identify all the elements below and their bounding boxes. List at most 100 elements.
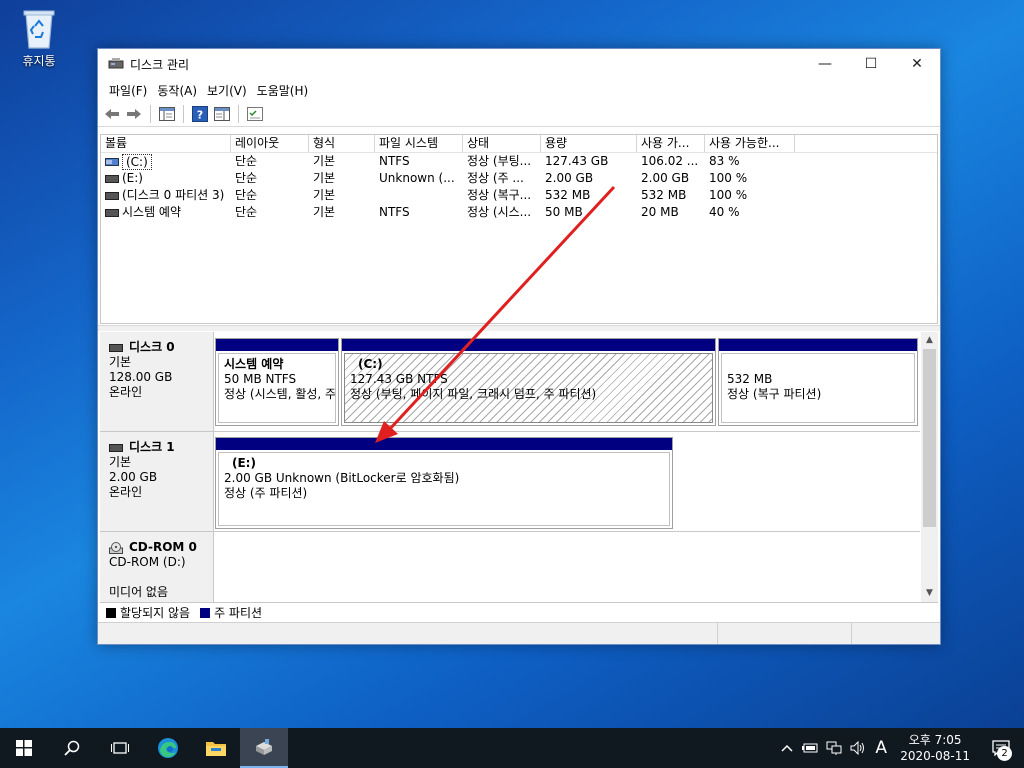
capacity-cell: 2.00 GB [545,171,594,185]
partition-type-bar [342,339,715,351]
menu-file[interactable]: 파일(F) [104,82,152,99]
volume-icon [105,191,119,200]
task-view-button[interactable] [96,728,144,768]
recycle-bin-icon [20,6,58,50]
column-header-layout[interactable]: 레이아웃 [231,135,309,152]
column-header-status[interactable]: 상태 [463,135,541,152]
partition-system-reserved[interactable]: 시스템 예약 50 MB NTFS 정상 (시스템, 활성, 주 [215,338,339,426]
disk-label-0[interactable]: 디스크 0 기본 128.00 GB 온라인 [100,332,214,431]
disk-row-cdrom: CD-ROM 0 CD-ROM (D:) 미디어 없음 [100,532,920,602]
forward-arrow-icon[interactable] [125,105,143,123]
folder-icon [206,742,226,756]
toolbar-divider [238,104,239,123]
maximize-button[interactable]: ☐ [848,49,894,79]
minimize-button[interactable]: — [802,49,848,79]
free-space-cell: 106.02 ... [641,154,699,168]
title-bar[interactable]: 디스크 관리 — ☐ ✕ [98,49,940,79]
properties-pane-icon[interactable] [213,105,231,123]
cdrom-name: CD-ROM 0 [129,540,197,554]
table-row[interactable]: (E:) 단순 기본 Unknown (... 정상 (주 ... 2.00 G… [101,170,937,187]
scrollbar-thumb[interactable] [923,349,936,527]
disk-management-app-icon [108,58,124,69]
disk-view-scrollbar[interactable]: ▲ ▼ [921,332,938,602]
layout-cell: 단순 [235,188,258,202]
close-button[interactable]: ✕ [894,49,940,79]
help-icon[interactable]: ? [191,105,209,123]
network-icon[interactable] [822,728,846,768]
file-explorer-button[interactable] [192,728,240,768]
partition-e[interactable]: (E:) 2.00 GB Unknown (BitLocker로 암호화됨) 정… [215,437,673,529]
status-bar [98,622,940,644]
search-button[interactable] [48,728,96,768]
cdrom-icon [109,541,123,554]
recycle-bin-label: 휴지통 [22,54,56,68]
disk-management-window: 디스크 관리 — ☐ ✕ 파일(F) 동작(A) 보기(V) 도움말(H) ? [97,48,941,645]
menu-view[interactable]: 보기(V) [202,82,252,99]
type-cell: 기본 [313,171,336,185]
filesystem-cell: Unknown (... [379,171,455,185]
legend-primary-swatch [200,607,211,618]
column-header-percent-free[interactable]: 사용 가능한... [705,135,795,152]
partition-size: 127.43 GB NTFS [350,372,448,386]
window-title: 디스크 관리 [130,57,190,72]
show-hidden-icons-chevron-up-icon[interactable] [776,728,798,768]
column-header-capacity[interactable]: 용량 [541,135,637,152]
cdrom-label[interactable]: CD-ROM 0 CD-ROM (D:) 미디어 없음 [100,532,214,602]
percent-free-cell: 100 % [709,171,748,185]
disk-label-1[interactable]: 디스크 1 기본 2.00 GB 온라인 [100,432,214,531]
windows-logo-icon [16,740,32,756]
battery-icon[interactable] [798,728,822,768]
scroll-down-arrow-icon[interactable]: ▼ [921,585,938,602]
column-header-type[interactable]: 형식 [309,135,375,152]
back-arrow-icon[interactable] [103,105,121,123]
column-header-free-space[interactable]: 사용 가... [637,135,705,152]
partition-size: 2.00 GB Unknown (BitLocker로 암호화됨) [224,471,460,485]
capacity-cell: 50 MB [545,205,583,219]
status-cell: 정상 (주 ... [467,171,524,185]
partition-type-bar [216,339,338,351]
input-method-indicator[interactable]: A [870,728,892,768]
menu-action[interactable]: 동작(A) [152,82,202,99]
legend-unallocated-label: 할당되지 않음 [120,606,191,620]
svg-text:?: ? [197,108,203,121]
volume-list: 볼륨 레이아웃 형식 파일 시스템 상태 용량 사용 가... 사용 가능한..… [100,134,938,324]
percent-free-cell: 100 % [709,188,748,202]
disk-row-1: 디스크 1 기본 2.00 GB 온라인 (E:) 2.00 GB Unknow… [100,432,920,532]
recycle-bin-shortcut[interactable]: 휴지통 [10,6,68,69]
toolbar-divider [150,104,151,123]
filesystem-cell: NTFS [379,205,410,219]
volume-cell: 시스템 예약 [122,205,182,219]
toolbar-divider [183,104,184,123]
action-center-button[interactable]: 2 [978,728,1024,768]
table-row[interactable]: (디스크 0 파티션 3) 단순 기본 정상 (복구... 532 MB 532… [101,187,937,204]
disk-management-icon [256,739,272,755]
start-button[interactable] [0,728,48,768]
status-cell: 정상 (부팅... [467,154,532,168]
partition-status: 정상 (시스템, 활성, 주 [224,387,336,401]
column-header-filesystem[interactable]: 파일 시스템 [375,135,463,152]
free-space-cell: 20 MB [641,205,679,219]
table-row[interactable]: 시스템 예약 단순 기본 NTFS 정상 (시스... 50 MB 20 MB … [101,204,937,221]
partition-size: 50 MB NTFS [224,372,297,386]
console-tree-icon[interactable] [158,105,176,123]
clock[interactable]: 오후 7:05 2020-08-11 [892,732,978,764]
scroll-up-arrow-icon[interactable]: ▲ [921,332,938,349]
volume-cell: (E:) [122,171,143,185]
disk-status: 온라인 [109,485,143,499]
search-icon [64,740,80,756]
menu-help[interactable]: 도움말(H) [252,82,314,99]
layout-cell: 단순 [235,171,258,185]
disk-size: 128.00 GB [109,370,173,384]
partition-status: 정상 (복구 파티션) [727,387,822,401]
edge-browser-button[interactable] [144,728,192,768]
partition-title: 시스템 예약 [224,357,284,371]
partition-recovery[interactable]: 532 MB 정상 (복구 파티션) [718,338,918,426]
column-header-volume[interactable]: 볼륨 [101,135,231,152]
partition-c[interactable]: (C:) 127.43 GB NTFS 정상 (부팅, 페이지 파일, 크래시 … [341,338,716,426]
pane-splitter[interactable] [98,325,940,331]
partition-title [727,357,909,372]
disk-management-taskbar-button[interactable] [240,728,288,768]
table-row[interactable]: (C:) 단순 기본 NTFS 정상 (부팅... 127.43 GB 106.… [101,153,937,170]
checklist-icon[interactable] [246,105,264,123]
volume-speaker-icon[interactable] [846,728,870,768]
